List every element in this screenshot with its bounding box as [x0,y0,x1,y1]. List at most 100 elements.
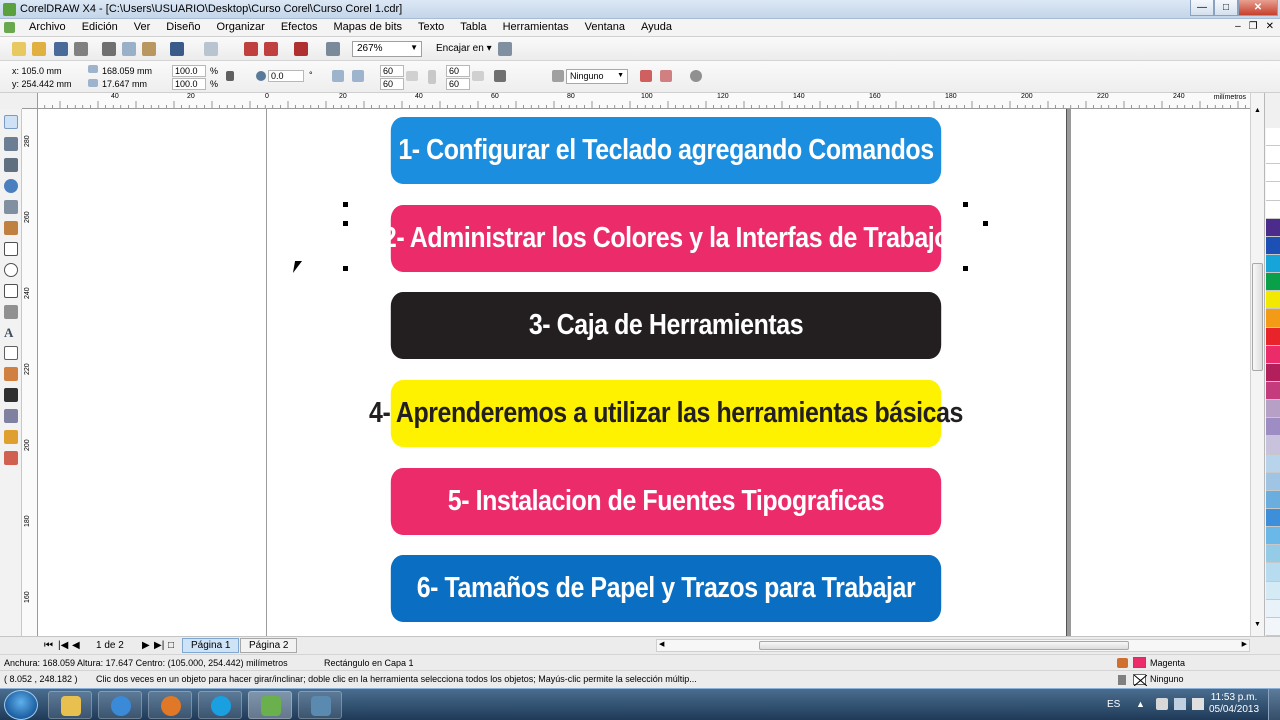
taskbar-window[interactable] [298,691,342,719]
import-icon[interactable] [244,42,258,56]
palette-swatch[interactable] [1266,509,1280,528]
cut-icon[interactable] [102,42,116,56]
palette-swatch[interactable] [1266,400,1280,419]
outline-color-swatch[interactable] [1133,674,1147,686]
mirror-vertical-icon[interactable] [352,70,364,82]
palette-swatch[interactable] [1266,563,1280,582]
scale-width-input[interactable]: 100.0 [172,65,206,77]
scroll-up-icon[interactable]: ▲ [1254,107,1261,114]
add-page-icon[interactable]: □ [168,640,174,651]
ellipse-tool-icon[interactable] [4,263,18,277]
interactive-fill-tool-icon[interactable] [4,451,18,465]
vertical-scroll-thumb[interactable] [1252,263,1263,371]
palette-swatch[interactable] [1266,182,1280,201]
scale-height-input[interactable]: 100.0 [172,78,206,90]
scroll-right-icon[interactable]: ▶ [1242,640,1247,648]
prev-page-button[interactable]: ◀ [72,640,80,651]
palette-swatch[interactable] [1266,200,1280,219]
taskbar-skype[interactable] [198,691,242,719]
drawing-canvas[interactable]: 1- Configurar el Teclado agregando Coman… [38,109,1250,636]
palette-swatch[interactable] [1266,146,1280,165]
corner-stepper-icon[interactable] [472,71,484,81]
banner-5[interactable]: 5- Instalacion de Fuentes Tipograficas [390,468,942,535]
show-desktop-button[interactable] [1268,689,1280,720]
palette-swatch[interactable] [1266,327,1280,346]
palette-swatch[interactable] [1266,436,1280,455]
copy-icon[interactable] [122,42,136,56]
corner-bottom-left-input[interactable]: 60 [380,78,404,90]
start-button[interactable] [4,690,38,720]
polygon-tool-icon[interactable] [4,284,18,298]
scroll-down-icon[interactable]: ▼ [1254,621,1261,628]
palette-swatch[interactable] [1266,309,1280,328]
first-page-button[interactable]: |◀ [58,640,68,651]
vertical-scrollbar[interactable]: ▲ ▼ [1250,93,1264,636]
snap-to-dropdown[interactable]: Encajar en ▾ [436,43,492,54]
maximize-button[interactable]: □ [1214,0,1238,16]
selection-handle[interactable] [963,202,968,207]
banner-2[interactable]: 2- Administrar los Colores y la Interfas… [383,205,950,272]
palette-swatch[interactable] [1266,545,1280,564]
interactive-blend-tool-icon[interactable] [4,367,18,381]
corner-top-left-input[interactable]: 60 [380,65,404,77]
save-icon[interactable] [54,42,68,56]
next-page-button[interactable]: ▶ [142,640,150,651]
selection-handle[interactable] [983,221,988,226]
export-icon[interactable] [264,42,278,56]
minimize-button[interactable]: — [1190,0,1214,16]
menu-ayuda[interactable]: Ayuda [641,21,672,33]
doc-restore-icon[interactable]: ❐ [1249,21,1258,32]
text-tool-icon[interactable]: A [4,325,18,340]
to-back-icon[interactable] [660,70,672,82]
network-icon[interactable] [1174,698,1186,710]
scroll-left-icon[interactable]: ◀ [659,640,664,648]
menu-texto[interactable]: Texto [418,21,444,33]
last-page-button[interactable]: ▶| [154,640,164,651]
volume-icon[interactable] [1192,698,1204,710]
horizontal-ruler[interactable]: 40 20 0 20 40 60 80 100 120 140 160 180 … [22,93,1250,109]
palette-swatch[interactable] [1266,164,1280,183]
first-page-icon[interactable]: ⏮ [44,640,53,651]
menu-ver[interactable]: Ver [134,21,151,33]
crop-tool-icon[interactable] [4,158,18,172]
menu-tabla[interactable]: Tabla [460,21,486,33]
taskbar-firefox[interactable] [148,691,192,719]
wrap-text-icon[interactable] [494,70,506,82]
corner-stepper-icon[interactable] [406,71,418,81]
mirror-horizontal-icon[interactable] [332,70,344,82]
object-height[interactable]: 17.647 mm [102,79,147,89]
palette-swatch[interactable] [1266,382,1280,401]
tab-pagina-2[interactable]: Página 2 [240,638,298,653]
banner-1[interactable]: 1- Configurar el Teclado agregando Coman… [390,117,942,184]
table-tool-icon[interactable] [4,346,18,360]
eyedropper-tool-icon[interactable] [4,388,18,402]
new-file-icon[interactable] [12,42,26,56]
palette-swatch[interactable] [1266,472,1280,491]
basic-shapes-tool-icon[interactable] [4,305,18,319]
fill-color-swatch[interactable] [1133,657,1146,668]
smart-fill-tool-icon[interactable] [4,221,18,235]
rotation-input[interactable]: 0.0 [268,70,304,82]
document-icon[interactable] [4,22,15,33]
taskbar-explorer[interactable] [48,691,92,719]
application-launcher-icon[interactable] [294,42,308,56]
options-icon[interactable] [498,42,512,56]
palette-swatch[interactable] [1266,599,1280,618]
y-position[interactable]: y: 254.442 mm [12,79,72,89]
object-width[interactable]: 168.059 mm [102,66,152,76]
doc-close-icon[interactable]: ✕ [1266,21,1274,32]
outline-width-select[interactable]: Ninguno ▼ [566,69,628,84]
show-hidden-icons[interactable]: ▲ [1136,699,1145,709]
zoom-level-select[interactable]: 267% ▼ [352,41,422,57]
pick-tool-icon[interactable] [4,115,18,129]
horizontal-scrollbar[interactable]: ◀ ▶ [656,639,1250,652]
paste-icon[interactable] [142,42,156,56]
redo-icon[interactable] [204,42,218,56]
clock[interactable]: 11:53 p.m. 05/04/2013 [1206,692,1262,716]
palette-swatch[interactable] [1266,128,1280,147]
close-button[interactable]: ✕ [1238,0,1278,16]
lock-ratio-icon[interactable] [226,71,234,81]
palette-swatch[interactable] [1266,454,1280,473]
language-indicator[interactable]: ES [1107,699,1120,710]
fill-tool-icon[interactable] [4,430,18,444]
